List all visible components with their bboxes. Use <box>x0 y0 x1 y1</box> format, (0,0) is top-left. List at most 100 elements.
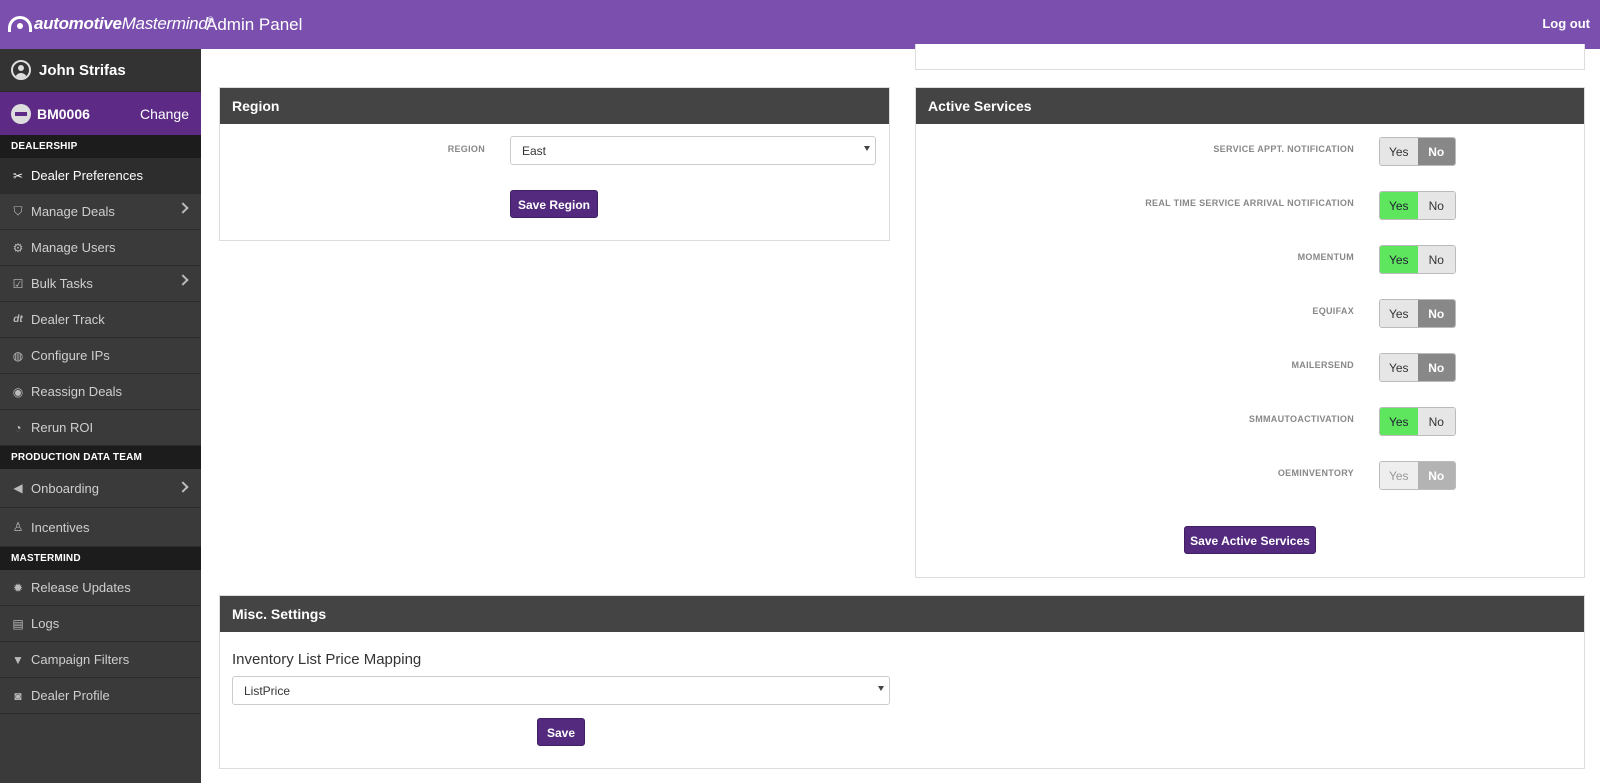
dt-icon: dt <box>13 314 23 325</box>
sidebar-item-onboarding[interactable]: ◀ Onboarding <box>0 469 201 508</box>
service-toggle[interactable]: Yes No <box>1379 299 1456 328</box>
inventory-price-mapping-label: Inventory List Price Mapping <box>232 651 422 668</box>
service-toggle[interactable]: Yes No <box>1379 245 1456 274</box>
pie-icon: ◔ <box>14 420 22 435</box>
toggle-no-option: No <box>1417 462 1455 489</box>
gear-icon: ⚙ <box>12 240 24 255</box>
inventory-price-mapping-select[interactable]: ListPrice <box>232 676 890 705</box>
sidebar-item-label: Manage Users <box>31 240 116 255</box>
sidebar-item-dealer-profile[interactable]: ◙ Dealer Profile <box>0 678 201 714</box>
sidebar-item-rerun-roi[interactable]: ◔ Rerun ROI <box>0 410 201 446</box>
sidebar: John Strifas BM0006 Change DEALERSHIP ✂ … <box>0 49 201 783</box>
change-dealer-link[interactable]: Change <box>140 106 189 122</box>
page-title: Admin Panel <box>206 15 303 34</box>
sidebar-item-label: Incentives <box>31 519 90 535</box>
sidebar-item-label: Logs <box>31 616 60 631</box>
service-label: REAL TIME SERVICE ARRIVAL NOTIFICATION <box>1145 198 1354 208</box>
toggle-no-option[interactable]: No <box>1417 408 1455 435</box>
toggle-yes-option: Yes <box>1380 462 1418 489</box>
globe-icon: ◍ <box>12 348 24 363</box>
section-mastermind: MASTERMIND <box>0 547 201 570</box>
inventory-price-mapping-value: ListPrice <box>244 684 291 698</box>
brand-logo[interactable]: automotiveMastermind® <box>8 14 213 34</box>
section-dealership: DEALERSHIP <box>0 135 201 158</box>
user-name: John Strifas <box>39 61 126 79</box>
region-select[interactable]: East <box>510 136 876 165</box>
stack-icon: ▤ <box>12 616 24 631</box>
service-toggle[interactable]: Yes No <box>1379 137 1456 166</box>
car-icon: ◙ <box>14 688 22 703</box>
region-select-value: East <box>522 144 547 158</box>
previous-card-bottom <box>915 44 1585 70</box>
chevron-down-icon <box>878 686 884 691</box>
sidebar-item-label: Rerun ROI <box>31 420 94 435</box>
toggle-yes-option[interactable]: Yes <box>1380 408 1418 435</box>
moneybag-icon: ♙ <box>12 520 24 534</box>
sidebar-item-incentives[interactable]: ♙ Incentives <box>0 508 201 547</box>
toggle-yes-option[interactable]: Yes <box>1380 246 1418 273</box>
sidebar-item-label: Configure IPs <box>31 348 110 363</box>
service-label: EQUIFAX <box>1312 306 1354 316</box>
user-row[interactable]: John Strifas <box>0 49 201 92</box>
service-toggle[interactable]: Yes No <box>1379 353 1456 382</box>
active-services-card: Active Services <box>915 87 1585 578</box>
sidebar-item-release-updates[interactable]: ✹ Release Updates <box>0 570 201 606</box>
user-avatar-icon <box>11 60 31 80</box>
logout-link[interactable]: Log out <box>1542 16 1590 31</box>
service-toggle[interactable]: Yes No <box>1379 407 1456 436</box>
sidebar-item-campaign-filters[interactable]: ▼ Campaign Filters <box>0 642 201 678</box>
dealer-row: BM0006 Change <box>0 92 201 135</box>
service-toggle: Yes No <box>1379 461 1456 490</box>
save-region-button[interactable]: Save Region <box>510 190 598 218</box>
service-label: MOMENTUM <box>1297 252 1354 262</box>
region-card-title: Region <box>220 88 889 124</box>
sidebar-item-label: Campaign Filters <box>31 652 130 667</box>
service-label: MAILERSEND <box>1291 360 1354 370</box>
toggle-yes-option[interactable]: Yes <box>1380 354 1418 381</box>
toggle-yes-option[interactable]: Yes <box>1380 192 1418 219</box>
sidebar-item-label: Dealer Preferences <box>31 168 143 183</box>
toggle-no-option[interactable]: No <box>1417 246 1455 273</box>
toggle-no-option[interactable]: No <box>1417 138 1455 165</box>
chevron-right-icon <box>177 202 189 214</box>
section-production-data-team: PRODUCTION DATA TEAM <box>0 446 201 469</box>
sidebar-item-logs[interactable]: ▤ Logs <box>0 606 201 642</box>
chevron-down-icon <box>864 146 870 151</box>
logo-mark-icon <box>8 16 32 32</box>
toggle-no-option[interactable]: No <box>1417 354 1455 381</box>
sidebar-item-bulk-tasks[interactable]: ☑ Bulk Tasks <box>0 266 201 302</box>
toggle-yes-option[interactable]: Yes <box>1380 138 1418 165</box>
service-toggle[interactable]: Yes No <box>1379 191 1456 220</box>
sidebar-item-label: Bulk Tasks <box>31 276 93 291</box>
active-services-title: Active Services <box>916 88 1584 124</box>
save-misc-button[interactable]: Save <box>537 718 585 746</box>
top-bar: automotiveMastermind® Admin Panel Log ou… <box>0 0 1600 49</box>
user-circle-icon: ◉ <box>12 384 24 399</box>
sidebar-item-manage-users[interactable]: ⚙ Manage Users <box>0 230 201 266</box>
cog-icon: ✹ <box>12 580 24 595</box>
sidebar-item-configure-ips[interactable]: ◍ Configure IPs <box>0 338 201 374</box>
wrench-icon: ✂ <box>12 168 24 183</box>
sidebar-item-label: Onboarding <box>31 480 99 496</box>
dealer-badge-icon <box>11 103 31 124</box>
checklist-icon: ☑ <box>12 276 24 291</box>
sidebar-item-manage-deals[interactable]: ⛉ Manage Deals <box>0 194 201 230</box>
sidebar-item-reassign-deals[interactable]: ◉ Reassign Deals <box>0 374 201 410</box>
toggle-yes-option[interactable]: Yes <box>1380 300 1418 327</box>
sidebar-item-label: Release Updates <box>31 580 131 595</box>
brand-italic: Mastermind <box>121 14 208 33</box>
save-active-services-button[interactable]: Save Active Services <box>1184 526 1316 554</box>
megaphone-icon: ◀ <box>13 481 23 495</box>
sidebar-item-label: Reassign Deals <box>31 384 123 399</box>
sidebar-item-label: Dealer Track <box>31 312 105 327</box>
filter-icon: ▼ <box>12 652 24 667</box>
sidebar-item-dealer-preferences[interactable]: ✂ Dealer Preferences <box>0 158 201 194</box>
service-label: OEMINVENTORY <box>1277 468 1354 478</box>
dealer-code: BM0006 <box>37 105 90 122</box>
sidebar-item-dealer-track[interactable]: dt Dealer Track <box>0 302 201 338</box>
toggle-no-option[interactable]: No <box>1417 300 1455 327</box>
service-label: SERVICE APPT. NOTIFICATION <box>1213 144 1354 154</box>
toggle-no-option[interactable]: No <box>1417 192 1455 219</box>
region-label: REGION <box>447 144 485 154</box>
shield-icon: ⛉ <box>13 204 23 218</box>
